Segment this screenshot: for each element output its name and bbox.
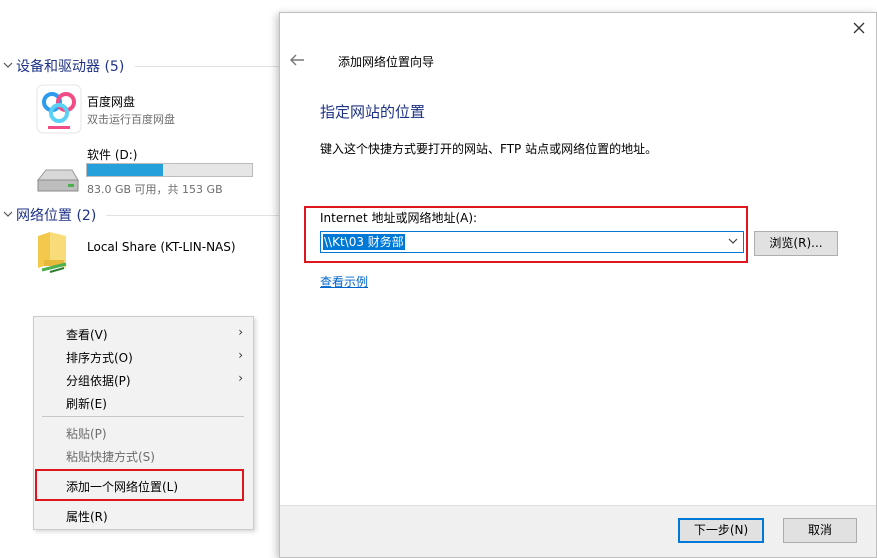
menu-item-view[interactable]: 查看(V) <box>66 326 108 343</box>
item-name: 百度网盘 <box>87 95 136 109</box>
network-folder-icon[interactable] <box>36 230 72 274</box>
group-divider <box>135 66 285 67</box>
highlight-box-address <box>304 206 748 263</box>
drive-usage-fill <box>87 164 163 176</box>
group-divider <box>106 215 286 216</box>
add-network-location-wizard: 添加网络位置向导 指定网站的位置 键入这个快捷方式要打开的网站、FTP 站点或网… <box>279 12 877 558</box>
menu-item-sort[interactable]: 排序方式(O) <box>66 349 133 366</box>
chevron-right-icon: › <box>238 325 243 339</box>
baidu-netdisk-icon[interactable] <box>36 84 82 134</box>
menu-item-refresh[interactable]: 刷新(E) <box>66 395 107 412</box>
hard-drive-icon[interactable] <box>36 166 80 194</box>
wizard-title: 添加网络位置向导 <box>338 55 435 69</box>
group-header-network[interactable]: 网络位置 (2) <box>0 205 286 225</box>
next-button[interactable]: 下一步(N) <box>678 518 764 543</box>
menu-item-properties[interactable]: 属性(R) <box>66 508 108 525</box>
item-subtitle: 双击运行百度网盘 <box>87 113 175 126</box>
menu-separator <box>42 416 244 417</box>
close-icon[interactable] <box>852 21 866 35</box>
item-name: 软件 (D:) <box>87 148 138 162</box>
item-name: Local Share (KT-LIN-NAS) <box>87 240 236 254</box>
wizard-footer: 下一步(N) 取消 <box>280 505 876 557</box>
drive-usage-bar <box>86 163 253 177</box>
chevron-down-icon[interactable] <box>0 60 16 73</box>
group-header-devices[interactable]: 设备和驱动器 (5) <box>0 56 285 76</box>
chevron-down-icon[interactable] <box>0 209 16 222</box>
item-subtitle: 83.0 GB 可用，共 153 GB <box>87 183 223 196</box>
wizard-heading: 指定网站的位置 <box>320 103 426 121</box>
wizard-description: 键入这个快捷方式要打开的网站、FTP 站点或网络位置的地址。 <box>320 142 658 156</box>
chevron-right-icon: › <box>238 371 243 385</box>
chevron-right-icon: › <box>238 348 243 362</box>
view-example-link[interactable]: 查看示例 <box>320 273 368 290</box>
menu-item-paste: 粘贴(P) <box>66 427 107 441</box>
back-arrow-icon[interactable] <box>289 53 305 67</box>
group-title: 网络位置 (2) <box>16 208 97 224</box>
browse-button[interactable]: 浏览(R)... <box>754 231 838 256</box>
cancel-button[interactable]: 取消 <box>783 518 857 543</box>
highlight-box-menu <box>35 469 244 501</box>
menu-item-group-by[interactable]: 分组依据(P) <box>66 372 131 389</box>
group-title: 设备和驱动器 (5) <box>16 59 125 75</box>
menu-item-paste-shortcut: 粘贴快捷方式(S) <box>66 450 155 464</box>
